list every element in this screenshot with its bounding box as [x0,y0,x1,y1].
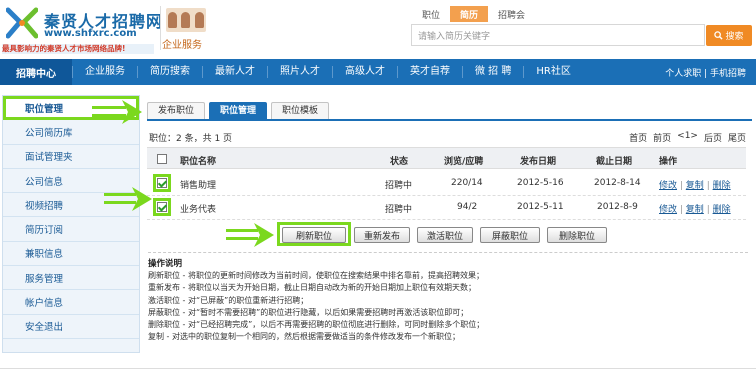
job-status: 招聘中 [385,205,413,215]
col-views: 浏览/应聘 [444,157,484,167]
col-job-name: 职位名称 [180,157,217,167]
tab-publish-job[interactable]: 发布职位 [147,102,206,120]
job-deadline: 2012-8-14 [594,178,641,188]
note-line: 刷新职位 - 将职位的更新时间修改为当前时间，使职位在搜索结果中排名靠前，提高招… [148,271,484,280]
job-views: 220/14 [451,178,483,188]
pager-first[interactable]: 首页 [629,131,647,144]
note-line: 重新发布 - 将职位以当天为开始日期，截止日期自动改为新的开始日期加上职位有效期… [148,283,476,293]
sidebar-item-account[interactable]: 帐户信息 [3,290,139,315]
nav-recruit-center[interactable]: 招聘中心 [0,59,72,85]
sidebar-item-service[interactable]: 服务管理 [3,266,139,291]
logo-slogan: 最具影响力的秦贤人才市场网络品牌! [2,44,154,54]
pager-current[interactable]: <1> [677,131,698,144]
nav-item-photo-talent[interactable]: 照片人才 [267,66,332,78]
job-name[interactable]: 销售助理 [180,178,216,191]
col-status: 状态 [390,157,409,167]
sidebar-item-parttime[interactable]: 兼职信息 [3,242,139,267]
search-tabs: 职位 简历 招聘会 [412,6,535,22]
job-publish-date: 2012-5-16 [517,178,564,188]
col-actions: 操作 [659,157,678,167]
republish-button[interactable]: 重新发布 [354,227,410,243]
table-row: 业务代表 招聘中 94/2 2012-5-11 2012-8-9 修改 | 复制… [147,196,746,220]
nav-item-resume-search[interactable]: 简历搜索 [137,66,202,78]
pager-prev[interactable]: 前页 [653,131,671,144]
pager-last[interactable]: 尾页 [728,131,746,144]
copy-link[interactable]: 复制 [686,205,704,215]
arrow-icon [92,100,142,124]
col-deadline: 截止日期 [596,157,633,167]
main-nav: 招聘中心 企业服务 简历搜索 最新人才 照片人才 高级人才 英才自荐 微 招 聘… [0,59,756,85]
delete-job-button[interactable]: 删除职位 [547,227,607,243]
row-checkbox[interactable] [157,202,167,212]
pager-next[interactable]: 后页 [704,131,722,144]
edit-link[interactable]: 修改 [659,205,677,215]
arrow-icon [104,187,152,211]
nav-item-hr-community[interactable]: HR社区 [523,66,582,78]
note-line: 激活职位 - 对“已屏蔽”的职位重新进行招聘； [148,295,309,305]
job-deadline: 2012-8-9 [597,202,638,212]
job-count: 职位：2 条，共 1 页 [149,134,233,144]
logo-icon [6,7,38,39]
search-icon [714,31,724,40]
search-input[interactable]: 请输入简历关键字 [411,24,705,46]
enterprise-people-icon [166,8,206,32]
pager: 首页 前页 <1> 后页 尾页 [629,131,746,144]
nav-item-micro-recruit[interactable]: 微 招 聘 [462,66,523,78]
enterprise-service-label[interactable]: 企业服务 [162,36,202,51]
content-tabs: 发布职位 职位管理 职位模板 [147,102,330,120]
note-line: 屏蔽职位 - 对“暂时不需要招聘”的职位进行隐藏，以后如果需要招聘时再激活该职位… [148,307,469,317]
col-publish-date: 发布日期 [520,157,557,167]
sidebar-item-interview[interactable]: 面试管理夹 [3,145,139,169]
sidebar: 职位管理 公司简历库 面试管理夹 公司信息 视频招聘 简历订阅 兼职信息 服务管… [2,95,140,353]
job-publish-date: 2012-5-11 [517,202,564,212]
nav-item-senior-talent[interactable]: 高级人才 [332,66,397,78]
notes-title: 操作说明 [148,259,183,269]
job-views: 94/2 [457,202,478,212]
select-all-checkbox[interactable] [157,154,167,164]
note-line: 删除职位 - 对“已经招聘完成”，以后不再需要招聘的职位彻底进行删除，可同时删除… [148,320,485,330]
job-name[interactable]: 业务代表 [180,202,216,215]
row-actions: 修改 | 复制 | 删除 [659,178,731,191]
refresh-job-button[interactable]: 刷新职位 [282,227,346,243]
search-button-label: 搜索 [725,32,744,42]
delete-link[interactable]: 删除 [713,205,731,215]
search-tab-job[interactable]: 职位 [412,6,450,22]
block-job-button[interactable]: 屏蔽职位 [480,227,540,243]
nav-right-links[interactable]: 个人求职 | 手机招聘 [665,66,746,79]
tab-underline [147,119,752,121]
copy-link[interactable]: 复制 [686,181,704,191]
tab-job-template[interactable]: 职位模板 [271,102,330,120]
note-line: 复制 - 对选中的职位复制一个相同的，然后根据需要做适当的条件修改发布一个新职位… [148,332,460,342]
table-header: 职位名称 状态 浏览/应聘 发布日期 截止日期 操作 [147,147,746,169]
nav-item-self-recommend[interactable]: 英才自荐 [397,66,462,78]
nav-item-new-talent[interactable]: 最新人才 [202,66,267,78]
sidebar-item-logout[interactable]: 安全退出 [3,315,139,339]
bottom-divider [0,368,756,369]
operation-notes: 操作说明 刷新职位 - 将职位的更新时间修改为当前时间，使职位在搜索结果中排名靠… [148,252,748,362]
logo-url: www.shfxrc.com [44,28,137,39]
delete-link[interactable]: 删除 [713,181,731,191]
row-checkbox[interactable] [157,178,167,188]
row-actions: 修改 | 复制 | 删除 [659,202,731,215]
search-button[interactable]: 搜索 [706,25,752,46]
nav-item-enterprise[interactable]: 企业服务 [72,66,137,78]
edit-link[interactable]: 修改 [659,181,677,191]
activate-job-button[interactable]: 激活职位 [417,227,473,243]
tab-job-management[interactable]: 职位管理 [209,102,268,120]
search-tab-resume[interactable]: 简历 [450,6,489,22]
table-row: 销售助理 招聘中 220/14 2012-5-16 2012-8-14 修改 |… [147,172,746,196]
job-status: 招聘中 [385,181,413,191]
search-tab-fair[interactable]: 招聘会 [488,6,535,22]
sidebar-item-resume-subscribe[interactable]: 简历订阅 [3,217,139,242]
arrow-icon [226,223,274,247]
